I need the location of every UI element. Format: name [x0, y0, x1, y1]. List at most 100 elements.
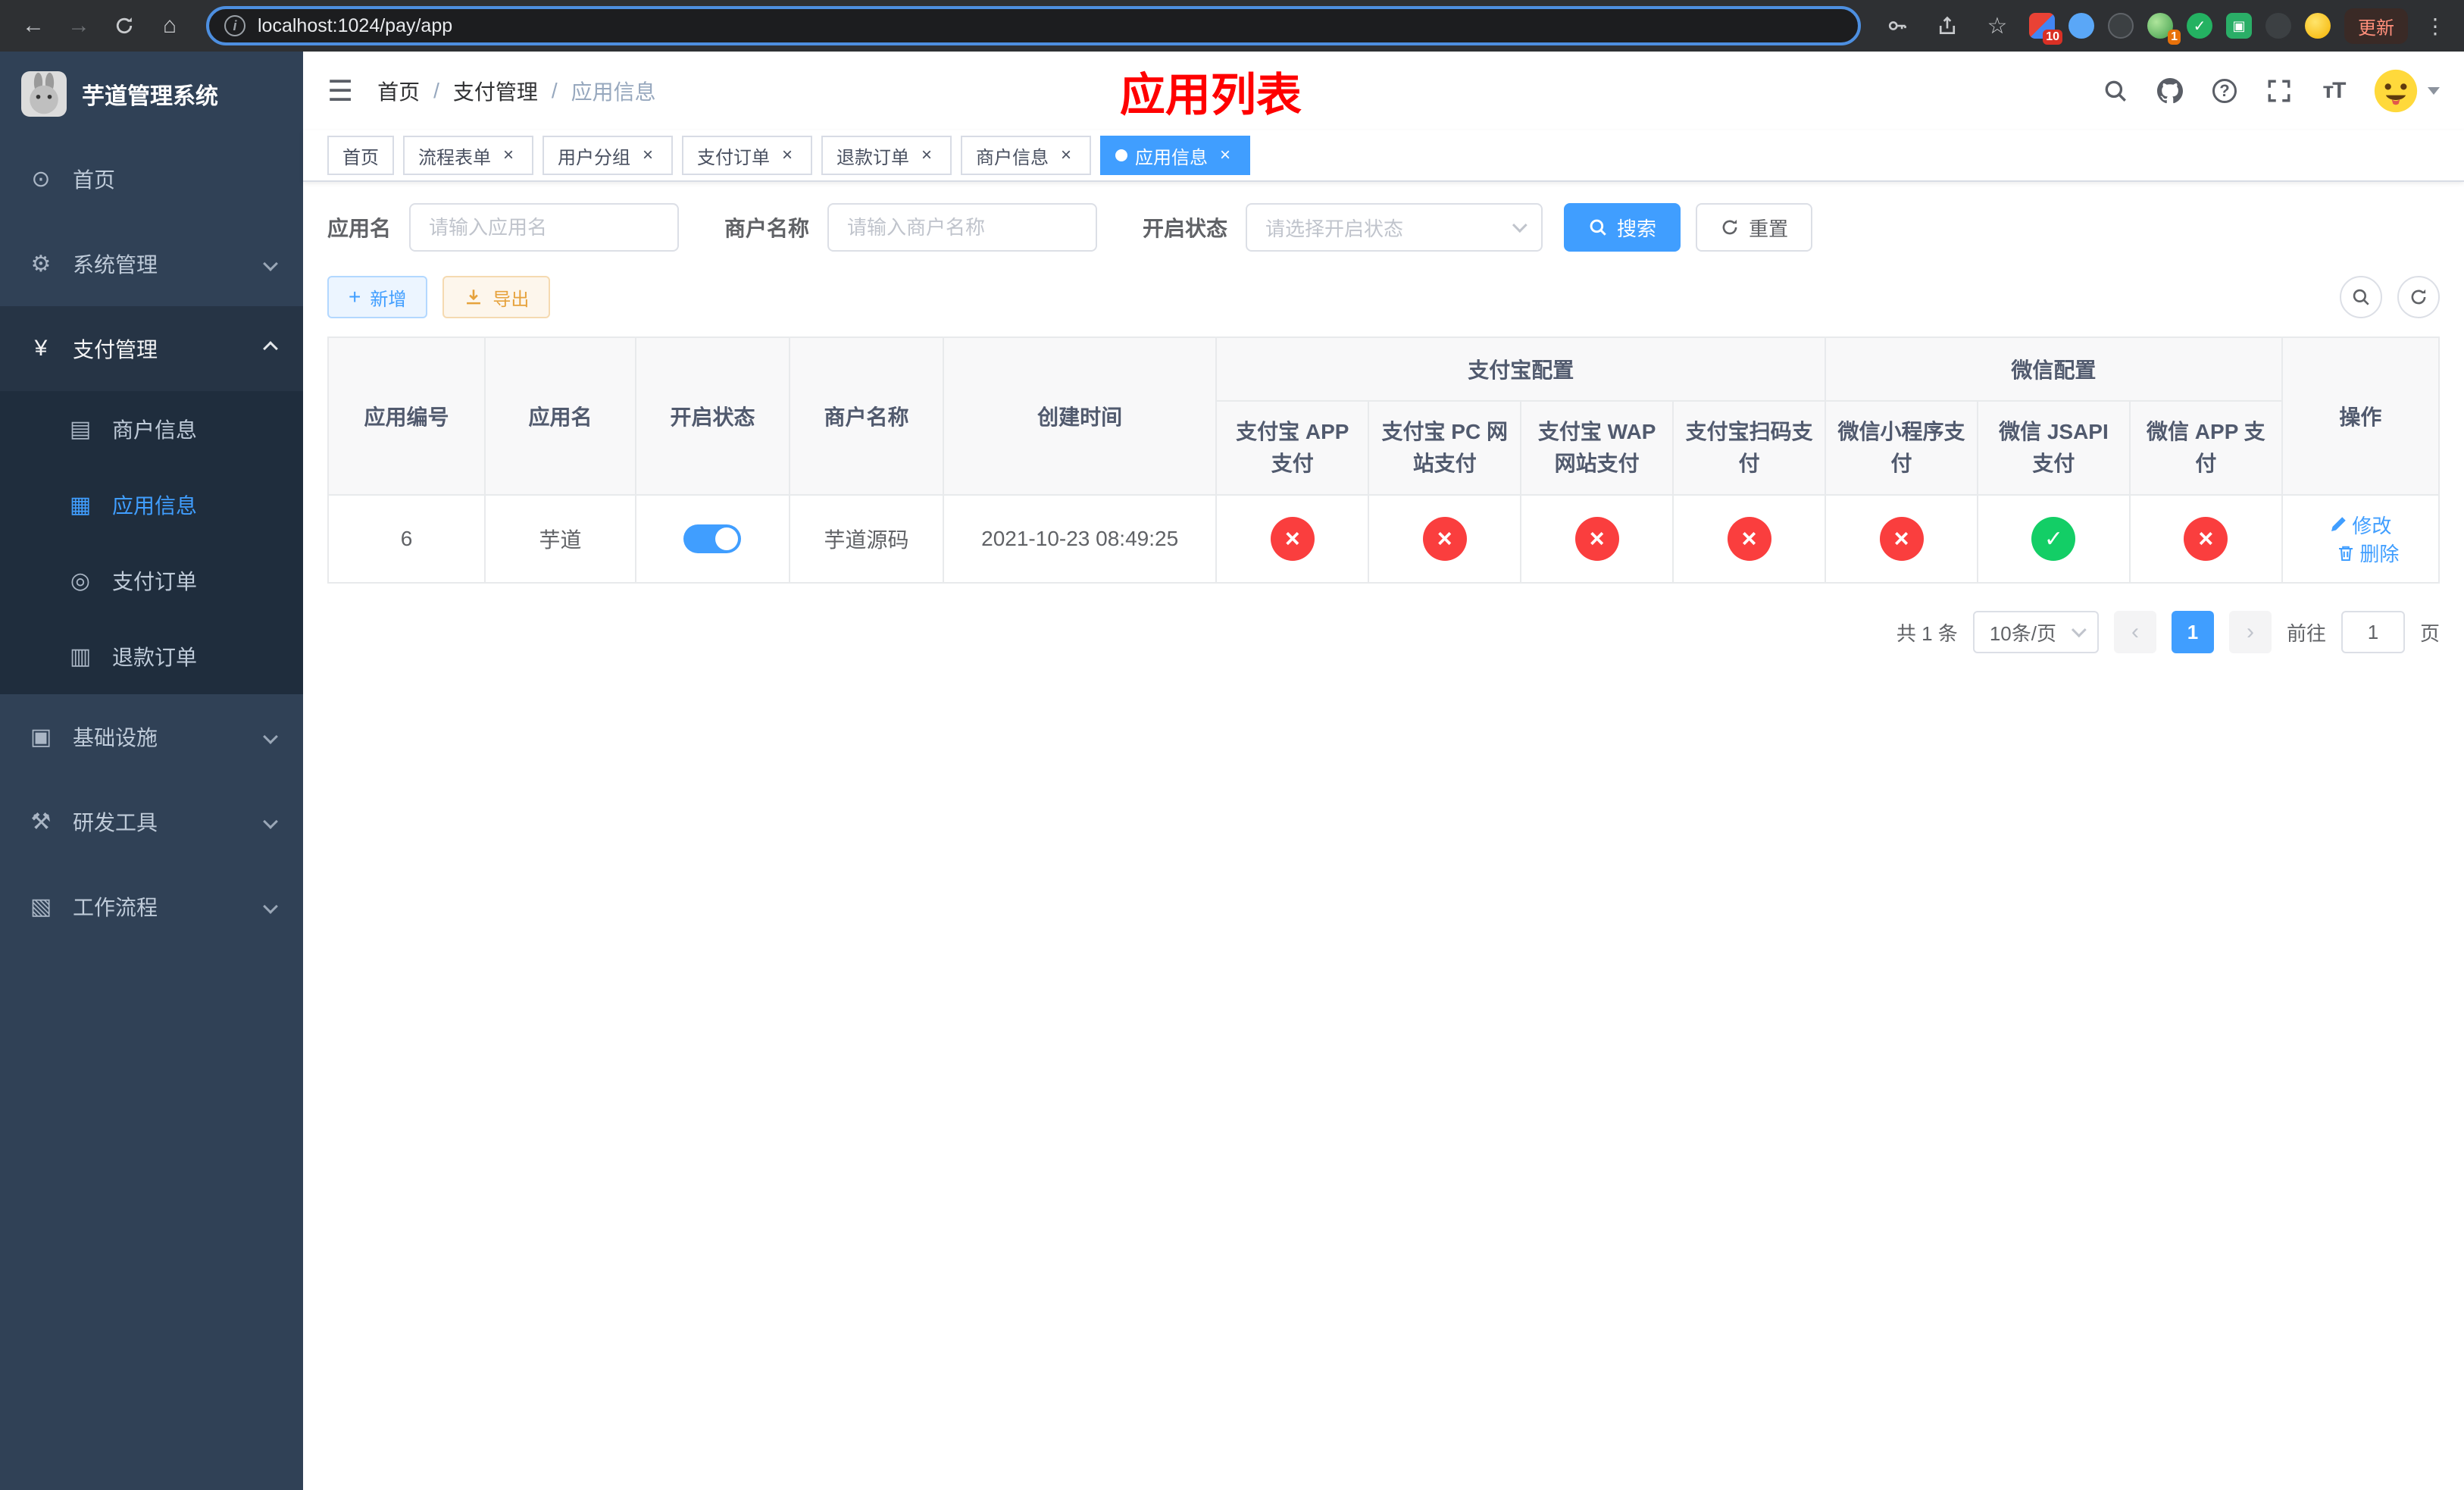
forward-button[interactable]: →: [61, 8, 97, 44]
extension-icon[interactable]: [2108, 13, 2134, 39]
search-button-label: 搜索: [1617, 217, 1657, 240]
export-button[interactable]: 导出: [442, 276, 551, 318]
cell-app-name: 芋道: [484, 494, 636, 584]
sidebar-item-system[interactable]: ⚙ 系统管理: [0, 221, 303, 306]
prev-page-button[interactable]: ‹: [2113, 611, 2156, 653]
reload-button[interactable]: [106, 8, 142, 44]
sidebar-item-merchant-info[interactable]: ▤ 商户信息: [0, 391, 303, 467]
add-button[interactable]: + 新增: [327, 276, 428, 318]
close-icon[interactable]: [1215, 146, 1235, 165]
payment-submenu: ▤ 商户信息 ▦ 应用信息 ◎ 支付订单 ▥ 退款订单: [0, 391, 303, 694]
password-key-icon[interactable]: [1879, 8, 1915, 44]
tab-merchant-info[interactable]: 商户信息: [961, 136, 1091, 175]
reset-button[interactable]: 重置: [1696, 203, 1813, 252]
tab-label: 退款订单: [836, 147, 909, 168]
font-size-icon[interactable]: тT: [2319, 76, 2349, 106]
search-icon: [1590, 219, 1606, 236]
sidebar-item-label: 研发工具: [73, 811, 158, 834]
extension-icon[interactable]: [2305, 13, 2331, 39]
browser-menu-icon[interactable]: ⋮: [2422, 14, 2449, 39]
col-header-wx-app: 微信 APP 支付: [2128, 400, 2283, 496]
page-title: 应用列表: [1119, 69, 1302, 121]
extension-icon[interactable]: 1: [2147, 13, 2181, 45]
delete-button[interactable]: 删除: [2337, 539, 2399, 567]
sidebar-item-label: 基础设施: [73, 726, 158, 750]
refresh-table-button[interactable]: [2397, 276, 2440, 318]
logo-avatar: [21, 71, 67, 117]
close-icon[interactable]: [917, 146, 937, 165]
tab-app-info[interactable]: 应用信息: [1100, 136, 1250, 175]
tags-view: 首页 流程表单 用户分组 支付订单 退款订单: [303, 130, 2464, 182]
hide-search-button[interactable]: [2340, 276, 2382, 318]
sidebar-item-dev-tools[interactable]: ⚒ 研发工具: [0, 779, 303, 864]
sidebar-item-infrastructure[interactable]: ▣ 基础设施: [0, 694, 303, 779]
current-page-button[interactable]: 1: [2171, 611, 2214, 653]
chevron-up-icon: [263, 341, 278, 356]
tab-pay-order[interactable]: 支付订单: [682, 136, 812, 175]
config-status-icon: [1270, 517, 1315, 561]
refund-order-icon: ▥: [69, 643, 92, 669]
tab-home[interactable]: 首页: [327, 136, 394, 175]
tab-label: 首页: [342, 147, 379, 168]
help-icon[interactable]: ?: [2209, 76, 2240, 106]
merchant-name-input[interactable]: [827, 203, 1098, 252]
sidebar-item-home[interactable]: ⊙ 首页: [0, 136, 303, 221]
home-button[interactable]: ⌂: [152, 8, 188, 44]
config-status-icon: [1727, 517, 1771, 561]
extension-icon[interactable]: 10: [2029, 13, 2062, 45]
sidebar-item-refund-order[interactable]: ▥ 退款订单: [0, 618, 303, 694]
search-button[interactable]: 搜索: [1564, 203, 1681, 252]
gear-icon: ⚙: [30, 251, 52, 277]
close-icon[interactable]: [777, 146, 797, 165]
sidebar-logo[interactable]: 芋道管理系统: [0, 52, 303, 136]
extension-icon[interactable]: ▣: [2226, 13, 2252, 39]
status-select[interactable]: 请选择开启状态: [1246, 203, 1543, 252]
chevron-down-icon: [263, 729, 278, 744]
page-size-select[interactable]: 10条/页: [1972, 611, 2099, 653]
merchant-name-label: 商户名称: [724, 217, 810, 240]
back-button[interactable]: ←: [15, 8, 52, 44]
bookmark-star-icon[interactable]: ☆: [1979, 8, 2015, 44]
close-icon[interactable]: [638, 146, 658, 165]
sidebar-item-label: 应用信息: [112, 494, 198, 518]
reset-button-label: 重置: [1749, 217, 1789, 240]
fullscreen-icon[interactable]: [2264, 76, 2294, 106]
col-header-alipay-app: 支付宝 APP 支付: [1215, 400, 1370, 496]
yen-icon: ¥: [34, 336, 48, 361]
sidebar-item-app-info[interactable]: ▦ 应用信息: [0, 467, 303, 543]
breadcrumb-item[interactable]: 首页: [377, 76, 420, 106]
search-icon[interactable]: [2100, 76, 2131, 106]
breadcrumb-separator: /: [433, 79, 439, 102]
site-info-icon[interactable]: i: [224, 15, 245, 36]
goto-page-input[interactable]: [2340, 611, 2405, 653]
sidebar-item-workflow[interactable]: ▧ 工作流程: [0, 864, 303, 949]
next-page-button[interactable]: ›: [2228, 611, 2272, 653]
tab-process-form[interactable]: 流程表单: [403, 136, 533, 175]
address-bar[interactable]: i localhost:1024/pay/app: [206, 6, 1861, 45]
browser-update-button[interactable]: 更新: [2344, 8, 2408, 44]
extension-icon[interactable]: [2068, 13, 2094, 39]
github-icon[interactable]: [2155, 76, 2185, 106]
extension-icon[interactable]: ✓: [2187, 13, 2212, 39]
user-avatar-menu[interactable]: [2373, 68, 2440, 114]
download-icon: [467, 290, 481, 305]
sidebar-item-pay-order[interactable]: ◎ 支付订单: [0, 543, 303, 618]
extension-icon[interactable]: [2265, 13, 2291, 39]
infra-icon: ▣: [30, 724, 52, 750]
col-header-alipay-wap: 支付宝 WAP 网站支付: [1520, 400, 1674, 496]
sidebar-item-payment[interactable]: ¥ 支付管理: [0, 306, 303, 391]
status-toggle[interactable]: [683, 524, 742, 553]
breadcrumb-item[interactable]: 支付管理: [453, 76, 538, 106]
edit-button[interactable]: 修改: [2329, 511, 2391, 539]
close-icon[interactable]: [499, 146, 518, 165]
sidebar-item-label: 退款订单: [112, 646, 198, 669]
table-row: 6 芋道 芋道源码 2021-10-23 08:49:25 × × × × × …: [327, 494, 2440, 584]
tab-refund-order[interactable]: 退款订单: [821, 136, 952, 175]
plus-icon: +: [349, 285, 361, 308]
close-icon[interactable]: [1056, 146, 1076, 165]
app-name-input[interactable]: [409, 203, 680, 252]
sidebar-toggle-icon[interactable]: ☰: [327, 74, 353, 108]
col-header-alipay-pc: 支付宝 PC 网站支付: [1368, 400, 1522, 496]
share-icon[interactable]: [1929, 8, 1965, 44]
tab-user-group[interactable]: 用户分组: [543, 136, 673, 175]
